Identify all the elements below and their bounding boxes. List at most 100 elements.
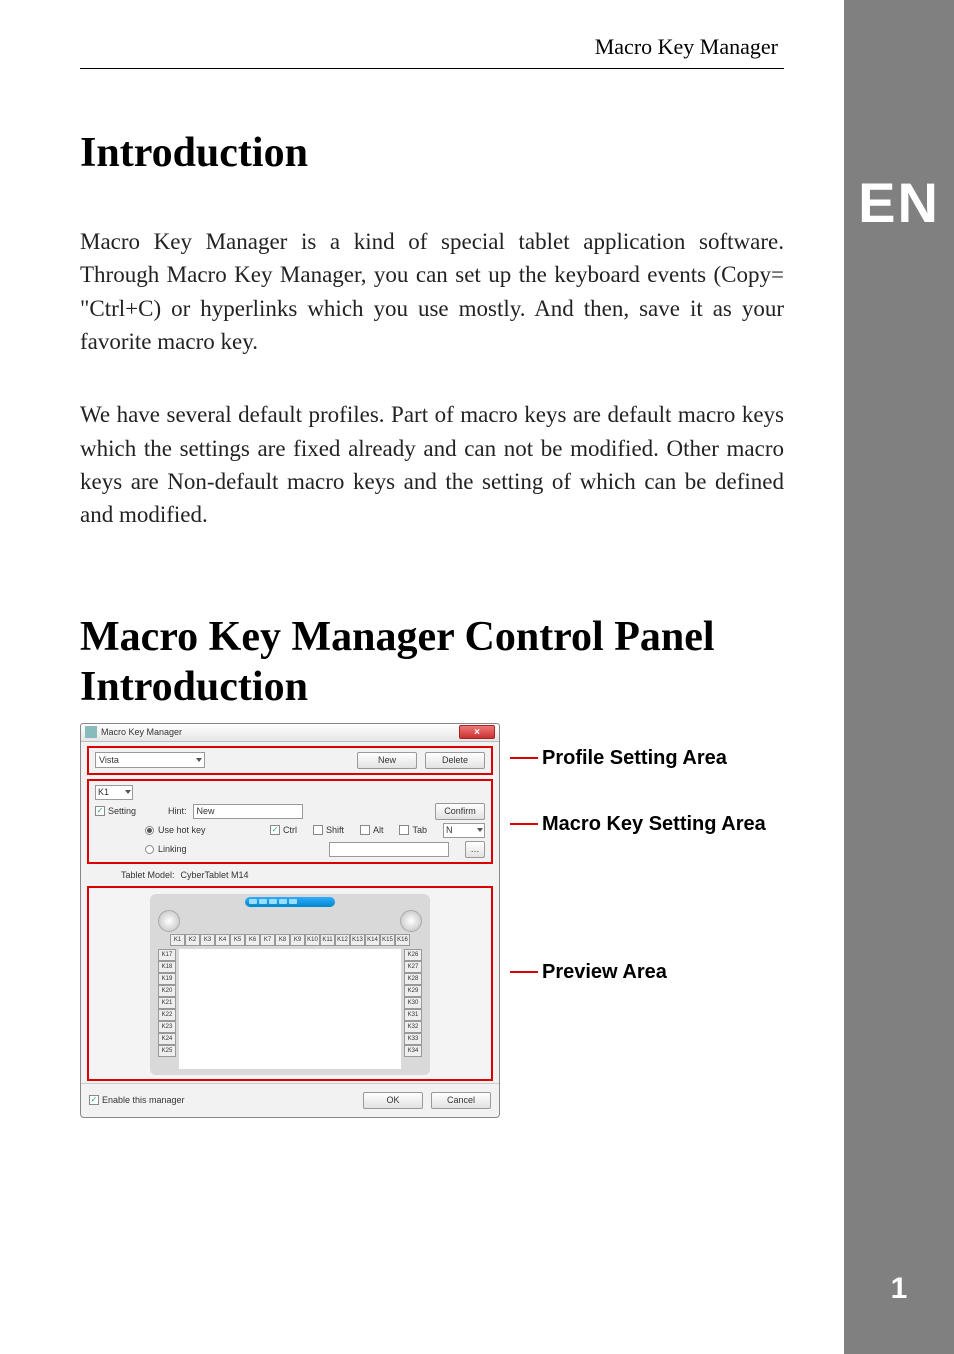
- left-knob-icon: [158, 910, 180, 932]
- annotations-column: Profile Setting Area Macro Key Setting A…: [510, 723, 784, 1118]
- page-number: 1: [891, 1272, 908, 1306]
- checkbox-icon: [399, 825, 409, 835]
- hotkey-key-value: N: [446, 825, 453, 835]
- annotation-macro: Macro Key Setting Area: [510, 813, 766, 836]
- tablet-top-bar: [245, 897, 335, 907]
- macro-key-setting-area: K1 ✓ Setting Hint: New: [87, 779, 493, 864]
- intro-paragraph-2: We have several default profiles. Part o…: [80, 398, 784, 531]
- shift-label: Shift: [326, 825, 344, 835]
- ctrl-checkbox[interactable]: ✓ Ctrl: [270, 825, 297, 835]
- close-icon: ×: [474, 727, 480, 738]
- annotation-macro-text: Macro Key Setting Area: [542, 813, 766, 835]
- macro-key-select[interactable]: K1: [95, 785, 133, 800]
- setting-checkbox[interactable]: ✓ Setting: [95, 806, 136, 816]
- macro-key-k4[interactable]: K4: [215, 934, 230, 946]
- macro-key-k32[interactable]: K32: [404, 1021, 422, 1033]
- macro-key-k33[interactable]: K33: [404, 1033, 422, 1045]
- delete-profile-button[interactable]: Delete: [425, 752, 485, 769]
- macro-key-k11[interactable]: K11: [320, 934, 335, 946]
- radio-icon: [145, 845, 154, 854]
- enable-manager-checkbox[interactable]: ✓ Enable this manager: [89, 1095, 185, 1105]
- ok-button[interactable]: OK: [363, 1092, 423, 1109]
- macro-key-k21[interactable]: K21: [158, 997, 176, 1009]
- delete-profile-label: Delete: [442, 755, 468, 765]
- top-key-row: K1K2K3K4K5K6K7K8K9K10K11K12K13K14K15K16: [158, 934, 422, 946]
- macro-key-k13[interactable]: K13: [350, 934, 365, 946]
- language-sidebar: EN 1: [844, 0, 954, 1354]
- radio-icon: [145, 826, 154, 835]
- right-knob-icon: [400, 910, 422, 932]
- macro-key-k23[interactable]: K23: [158, 1021, 176, 1033]
- close-button[interactable]: ×: [459, 725, 495, 739]
- app-window: Macro Key Manager × Vista New Delete: [80, 723, 500, 1118]
- ctrl-label: Ctrl: [283, 825, 297, 835]
- macro-key-k30[interactable]: K30: [404, 997, 422, 1009]
- macro-key-k26[interactable]: K26: [404, 949, 422, 961]
- macro-key-k2[interactable]: K2: [185, 934, 200, 946]
- running-header: Macro Key Manager: [80, 30, 784, 66]
- macro-key-k29[interactable]: K29: [404, 985, 422, 997]
- linking-radio[interactable]: Linking: [145, 844, 187, 854]
- preview-area: K1K2K3K4K5K6K7K8K9K10K11K12K13K14K15K16 …: [87, 886, 493, 1081]
- active-surface: [179, 949, 401, 1069]
- shift-checkbox[interactable]: Shift: [313, 825, 344, 835]
- macro-key-k31[interactable]: K31: [404, 1009, 422, 1021]
- titlebar: Macro Key Manager ×: [81, 724, 499, 742]
- macro-key-k17[interactable]: K17: [158, 949, 176, 961]
- confirm-label: Confirm: [444, 806, 476, 816]
- profile-select[interactable]: Vista: [95, 752, 205, 768]
- tab-checkbox[interactable]: Tab: [399, 825, 427, 835]
- macro-key-k20[interactable]: K20: [158, 985, 176, 997]
- macro-key-k27[interactable]: K27: [404, 961, 422, 973]
- hint-value: New: [197, 806, 215, 816]
- macro-key-k16[interactable]: K16: [395, 934, 410, 946]
- profile-setting-area: Vista New Delete: [87, 746, 493, 775]
- use-hot-key-radio[interactable]: Use hot key: [145, 825, 206, 835]
- checkbox-icon: ✓: [89, 1095, 99, 1105]
- app-icon: [85, 726, 97, 738]
- hotkey-key-select[interactable]: N: [443, 823, 485, 838]
- macro-key-k14[interactable]: K14: [365, 934, 380, 946]
- checkbox-icon: ✓: [95, 806, 105, 816]
- checkbox-icon: [360, 825, 370, 835]
- macro-key-k18[interactable]: K18: [158, 961, 176, 973]
- macro-key-k22[interactable]: K22: [158, 1009, 176, 1021]
- hint-input[interactable]: New: [193, 804, 303, 819]
- tablet-preview: K1K2K3K4K5K6K7K8K9K10K11K12K13K14K15K16 …: [150, 894, 430, 1075]
- tablet-model-label: Tablet Model:: [121, 870, 175, 880]
- hint-label: Hint:: [168, 806, 187, 816]
- macro-key-k12[interactable]: K12: [335, 934, 350, 946]
- macro-key-k6[interactable]: K6: [245, 934, 260, 946]
- annotation-preview: Preview Area: [510, 961, 667, 984]
- macro-key-k7[interactable]: K7: [260, 934, 275, 946]
- checkbox-icon: [313, 825, 323, 835]
- tablet-model-value: CyberTablet M14: [181, 870, 249, 880]
- macro-key-k3[interactable]: K3: [200, 934, 215, 946]
- macro-key-k25[interactable]: K25: [158, 1045, 176, 1057]
- tab-label: Tab: [412, 825, 427, 835]
- macro-key-k5[interactable]: K5: [230, 934, 245, 946]
- confirm-button[interactable]: Confirm: [435, 803, 485, 820]
- alt-label: Alt: [373, 825, 384, 835]
- macro-key-k34[interactable]: K34: [404, 1045, 422, 1057]
- annotation-profile: Profile Setting Area: [510, 747, 727, 770]
- macro-key-k8[interactable]: K8: [275, 934, 290, 946]
- macro-key-k28[interactable]: K28: [404, 973, 422, 985]
- macro-key-k1[interactable]: K1: [170, 934, 185, 946]
- profile-select-value: Vista: [99, 755, 119, 765]
- macro-key-k15[interactable]: K15: [380, 934, 395, 946]
- new-profile-label: New: [378, 755, 396, 765]
- linking-input[interactable]: [329, 842, 449, 857]
- macro-key-k10[interactable]: K10: [305, 934, 320, 946]
- browse-label: …: [471, 844, 480, 854]
- cancel-button[interactable]: Cancel: [431, 1092, 491, 1109]
- macro-key-k19[interactable]: K19: [158, 973, 176, 985]
- new-profile-button[interactable]: New: [357, 752, 417, 769]
- alt-checkbox[interactable]: Alt: [360, 825, 384, 835]
- checkbox-icon: ✓: [270, 825, 280, 835]
- macro-key-k24[interactable]: K24: [158, 1033, 176, 1045]
- left-side-keys: K17K18K19K20K21K22K23K24K25: [158, 949, 176, 1069]
- browse-button[interactable]: …: [465, 841, 485, 858]
- annotation-profile-text: Profile Setting Area: [542, 747, 727, 769]
- macro-key-k9[interactable]: K9: [290, 934, 305, 946]
